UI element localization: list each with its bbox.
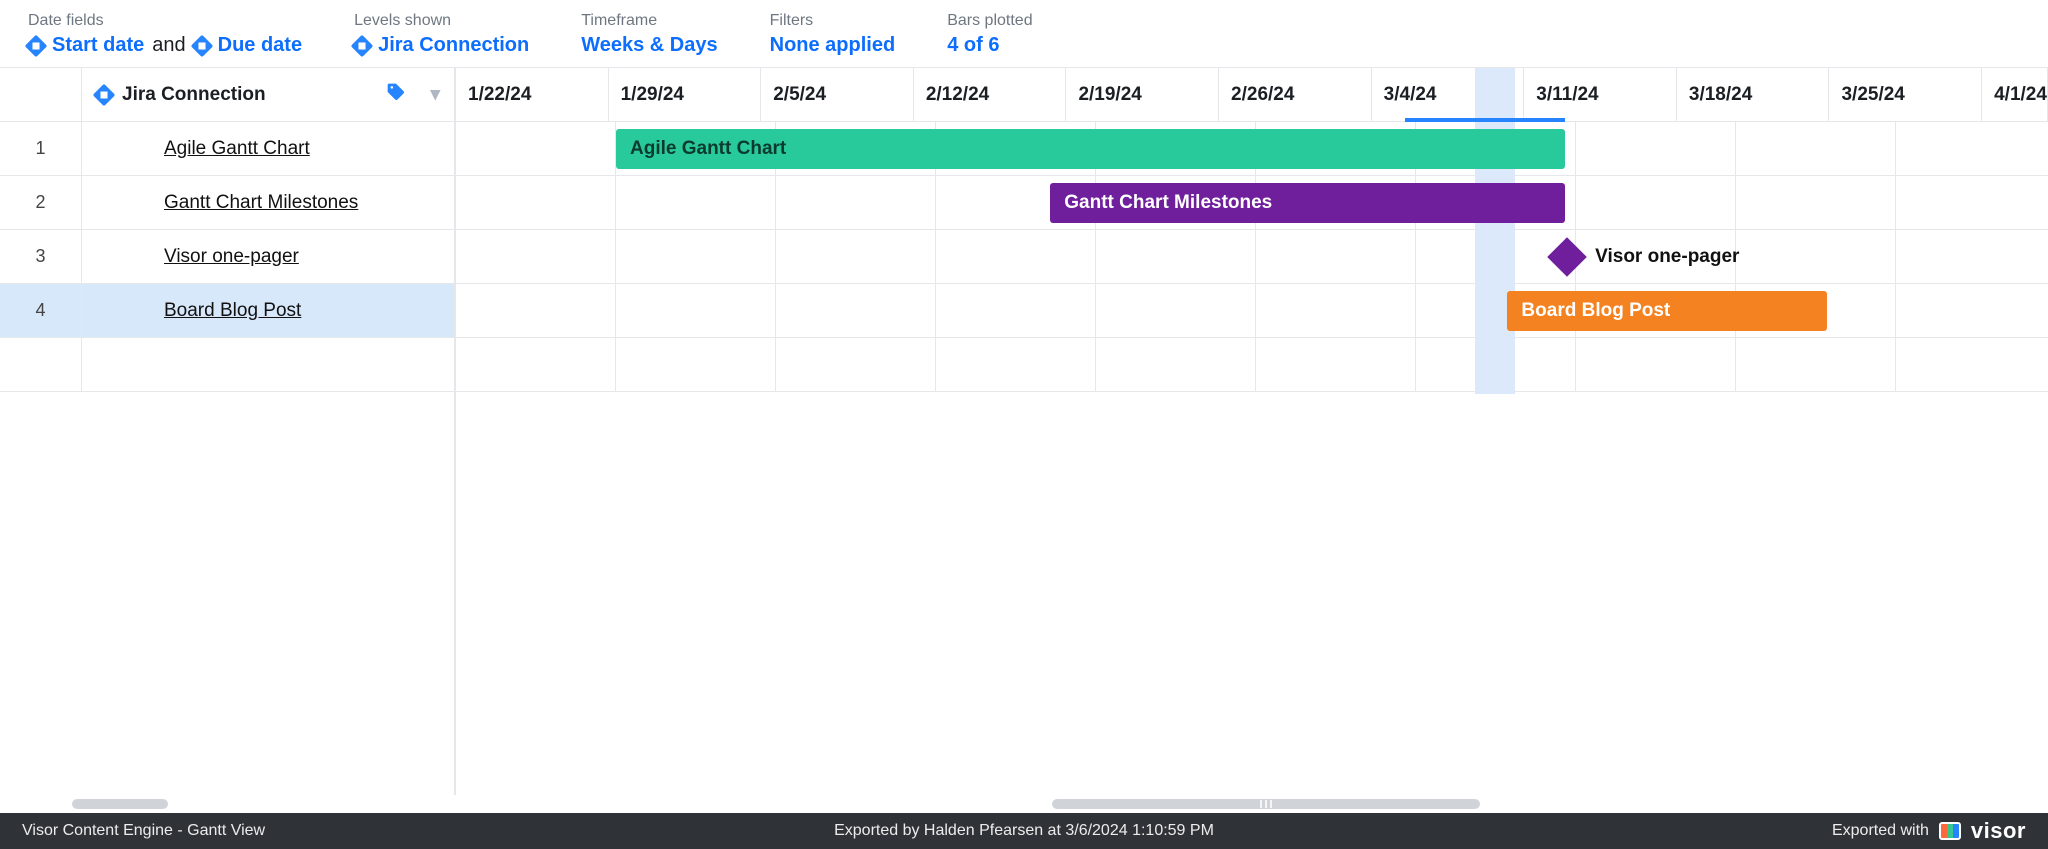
footer-exported-with: Exported with <box>1832 822 1929 840</box>
levels-value[interactable]: Jira Connection <box>378 34 529 57</box>
task-list-header: Jira Connection ▾ <box>0 68 454 122</box>
milestone-label: Visor one-pager <box>1595 246 1739 268</box>
row-number: 1 <box>0 122 82 175</box>
week-header-cell[interactable]: 2/19/24 <box>1066 68 1219 121</box>
filter-timeframe[interactable]: Timeframe Weeks & Days <box>581 12 717 57</box>
milestone-diamond-icon <box>1547 237 1587 277</box>
row-number: 4 <box>0 284 82 337</box>
milestone-visor-one-pager[interactable]: Visor one-pager <box>1553 230 1739 284</box>
row-number: 3 <box>0 230 82 283</box>
filter-label: Filters <box>770 12 896 30</box>
filters-value[interactable]: None applied <box>770 34 896 57</box>
filter-bars-plotted[interactable]: Bars plotted 4 of 6 <box>947 12 1032 57</box>
week-header-cell[interactable]: 3/11/24 <box>1524 68 1677 121</box>
week-header-cell[interactable]: 2/12/24 <box>914 68 1067 121</box>
right-scroll-thumb[interactable] <box>1052 799 1480 809</box>
week-header-cell[interactable]: 4/1/24 <box>1982 68 2048 121</box>
toolbar-filters: Date fields Start date and Due date Leve… <box>0 0 2048 68</box>
due-date-chip[interactable]: Due date <box>218 34 302 57</box>
jira-icon <box>190 34 213 57</box>
column-menu-caret[interactable]: ▾ <box>416 83 454 106</box>
filter-label: Timeframe <box>581 12 717 30</box>
task-row[interactable]: 3 Visor one-pager <box>0 230 454 284</box>
task-name-link[interactable]: Agile Gantt Chart <box>164 138 310 159</box>
bar-gantt-milestones[interactable]: Gantt Chart Milestones <box>1050 183 1564 223</box>
week-header-cell[interactable]: 2/5/24 <box>761 68 914 121</box>
horizontal-scrollbars <box>0 795 2048 813</box>
filter-filters[interactable]: Filters None applied <box>770 12 896 57</box>
jira-icon <box>25 34 48 57</box>
week-header-cell[interactable]: 2/26/24 <box>1219 68 1372 121</box>
task-row[interactable]: 1 Agile Gantt Chart <box>0 122 454 176</box>
bar-agile-gantt-chart[interactable]: Agile Gantt Chart <box>616 129 1565 169</box>
bars-value[interactable]: 4 of 6 <box>947 34 999 57</box>
task-list-pane: Jira Connection ▾ 1 Agile Gantt Chart2 G… <box>0 68 456 795</box>
week-header-cell[interactable]: 1/22/24 <box>456 68 609 121</box>
filter-label: Bars plotted <box>947 12 1032 30</box>
filter-label: Levels shown <box>354 12 529 30</box>
left-scroll-thumb[interactable] <box>72 799 168 809</box>
week-header-cell[interactable]: 1/29/24 <box>609 68 762 121</box>
timeframe-value[interactable]: Weeks & Days <box>581 34 717 57</box>
filter-label: Date fields <box>28 12 302 30</box>
today-marker <box>1405 118 1565 122</box>
gantt-timeline-pane[interactable]: 1/22/241/29/242/5/242/12/242/19/242/26/2… <box>456 68 2048 795</box>
task-name-link[interactable]: Visor one-pager <box>164 246 299 267</box>
filter-date-fields[interactable]: Date fields Start date and Due date <box>28 12 302 57</box>
task-row[interactable]: 4 Board Blog Post <box>0 284 454 338</box>
task-name-link[interactable]: Board Blog Post <box>164 300 301 321</box>
footer-export-info: Exported by Halden Pfearsen at 3/6/2024 … <box>834 822 1214 840</box>
start-date-chip[interactable]: Start date <box>52 34 144 57</box>
empty-row <box>0 338 454 392</box>
task-name-link[interactable]: Gantt Chart Milestones <box>164 192 358 213</box>
row-number <box>0 338 82 391</box>
footer-view-name: Visor Content Engine - Gantt View <box>22 822 265 840</box>
tag-icon[interactable] <box>386 82 406 108</box>
week-header-cell[interactable]: 3/25/24 <box>1829 68 1982 121</box>
visor-wordmark: visor <box>1971 818 2026 844</box>
and-label: and <box>152 34 185 57</box>
filter-levels[interactable]: Levels shown Jira Connection <box>354 12 529 57</box>
bar-board-blog-post[interactable]: Board Blog Post <box>1507 291 1827 331</box>
row-number: 2 <box>0 176 82 229</box>
visor-logo-icon <box>1939 822 1961 840</box>
column-header-label: Jira Connection <box>122 84 266 106</box>
timeline-header: 1/22/241/29/242/5/242/12/242/19/242/26/2… <box>456 68 2048 122</box>
jira-icon <box>351 34 374 57</box>
jira-icon <box>93 83 116 106</box>
week-header-cell[interactable]: 3/18/24 <box>1677 68 1830 121</box>
task-row[interactable]: 2 Gantt Chart Milestones <box>0 176 454 230</box>
export-footer: Visor Content Engine - Gantt View Export… <box>0 813 2048 849</box>
today-highlight <box>1475 68 1515 394</box>
